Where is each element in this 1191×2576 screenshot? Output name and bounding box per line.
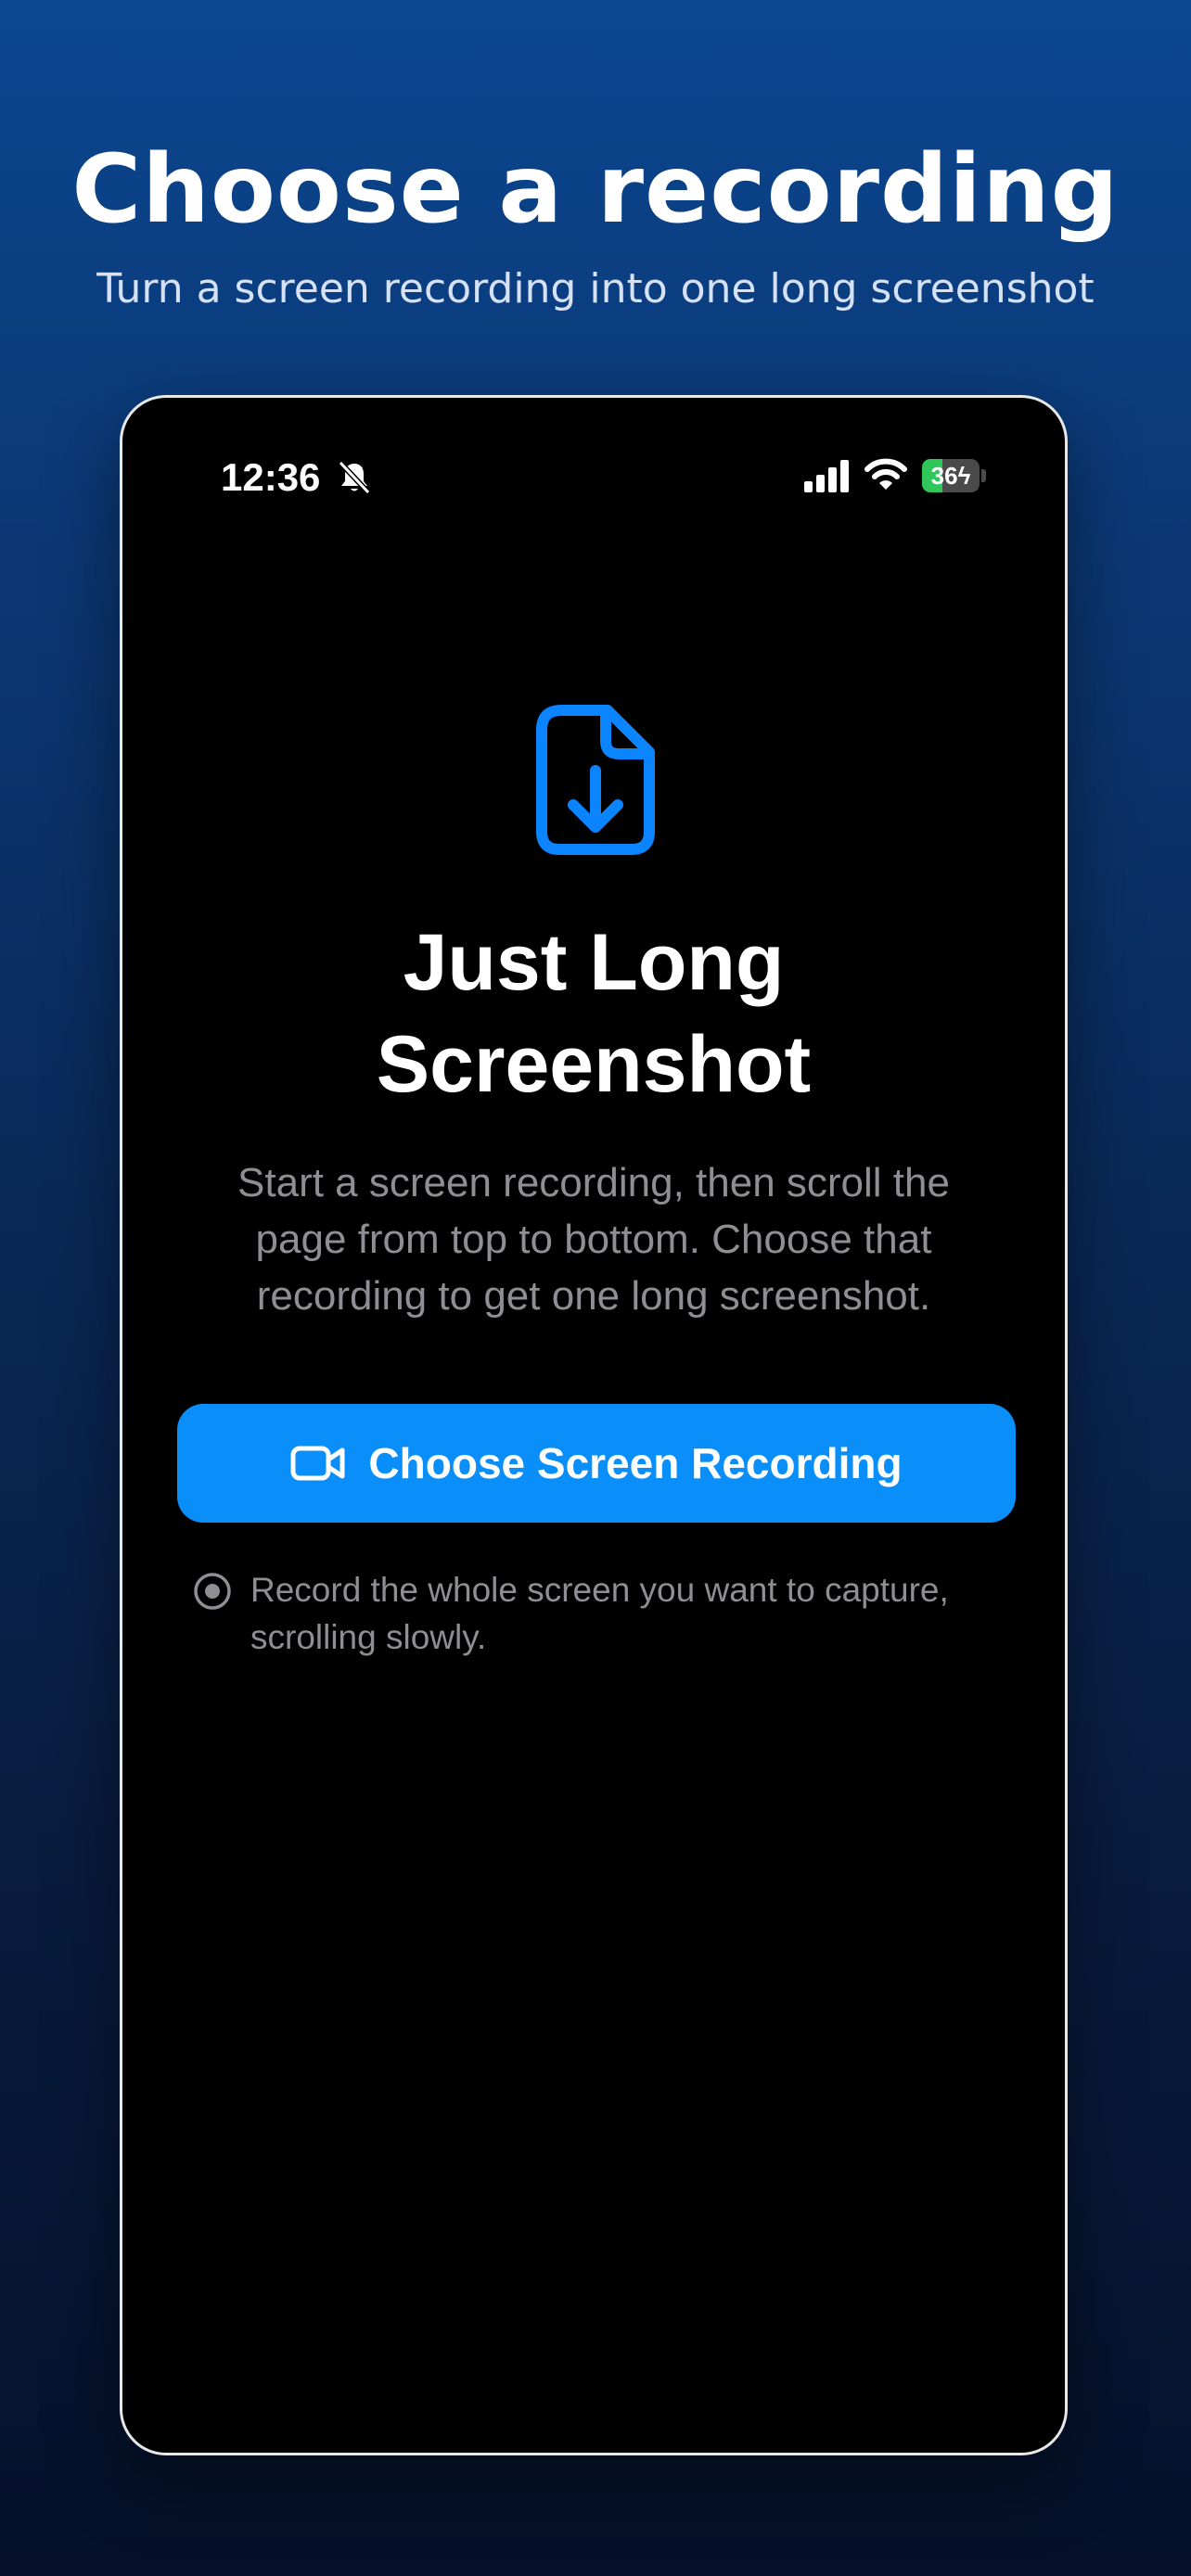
promo-subtitle: Turn a screen recording into one long sc… [96, 265, 1095, 312]
promo-title: Choose a recording [71, 134, 1120, 245]
phone-screen: 12:36 36ϟ Just Long Screenshot Start a s… [120, 395, 1068, 2455]
file-download-icon [536, 705, 655, 855]
battery-percent: 36ϟ [930, 462, 971, 490]
choose-screen-recording-button[interactable]: Choose Screen Recording [177, 1404, 1016, 1523]
radio-dot-icon [194, 1573, 231, 1610]
battery-charging-icon: 36ϟ [922, 459, 987, 492]
app-title: Just Long Screenshot [376, 918, 812, 1109]
status-time: 12:36 [221, 455, 321, 499]
hint-text: Record the whole screen you want to capt… [250, 1571, 949, 1656]
cellular-signal-icon [804, 460, 849, 492]
video-camera-icon [290, 1446, 345, 1481]
choose-button-label: Choose Screen Recording [368, 1439, 903, 1487]
wifi-icon [864, 458, 907, 490]
app-description: Start a screen recording, then scroll th… [237, 1160, 950, 1319]
bell-slash-icon [338, 460, 371, 495]
